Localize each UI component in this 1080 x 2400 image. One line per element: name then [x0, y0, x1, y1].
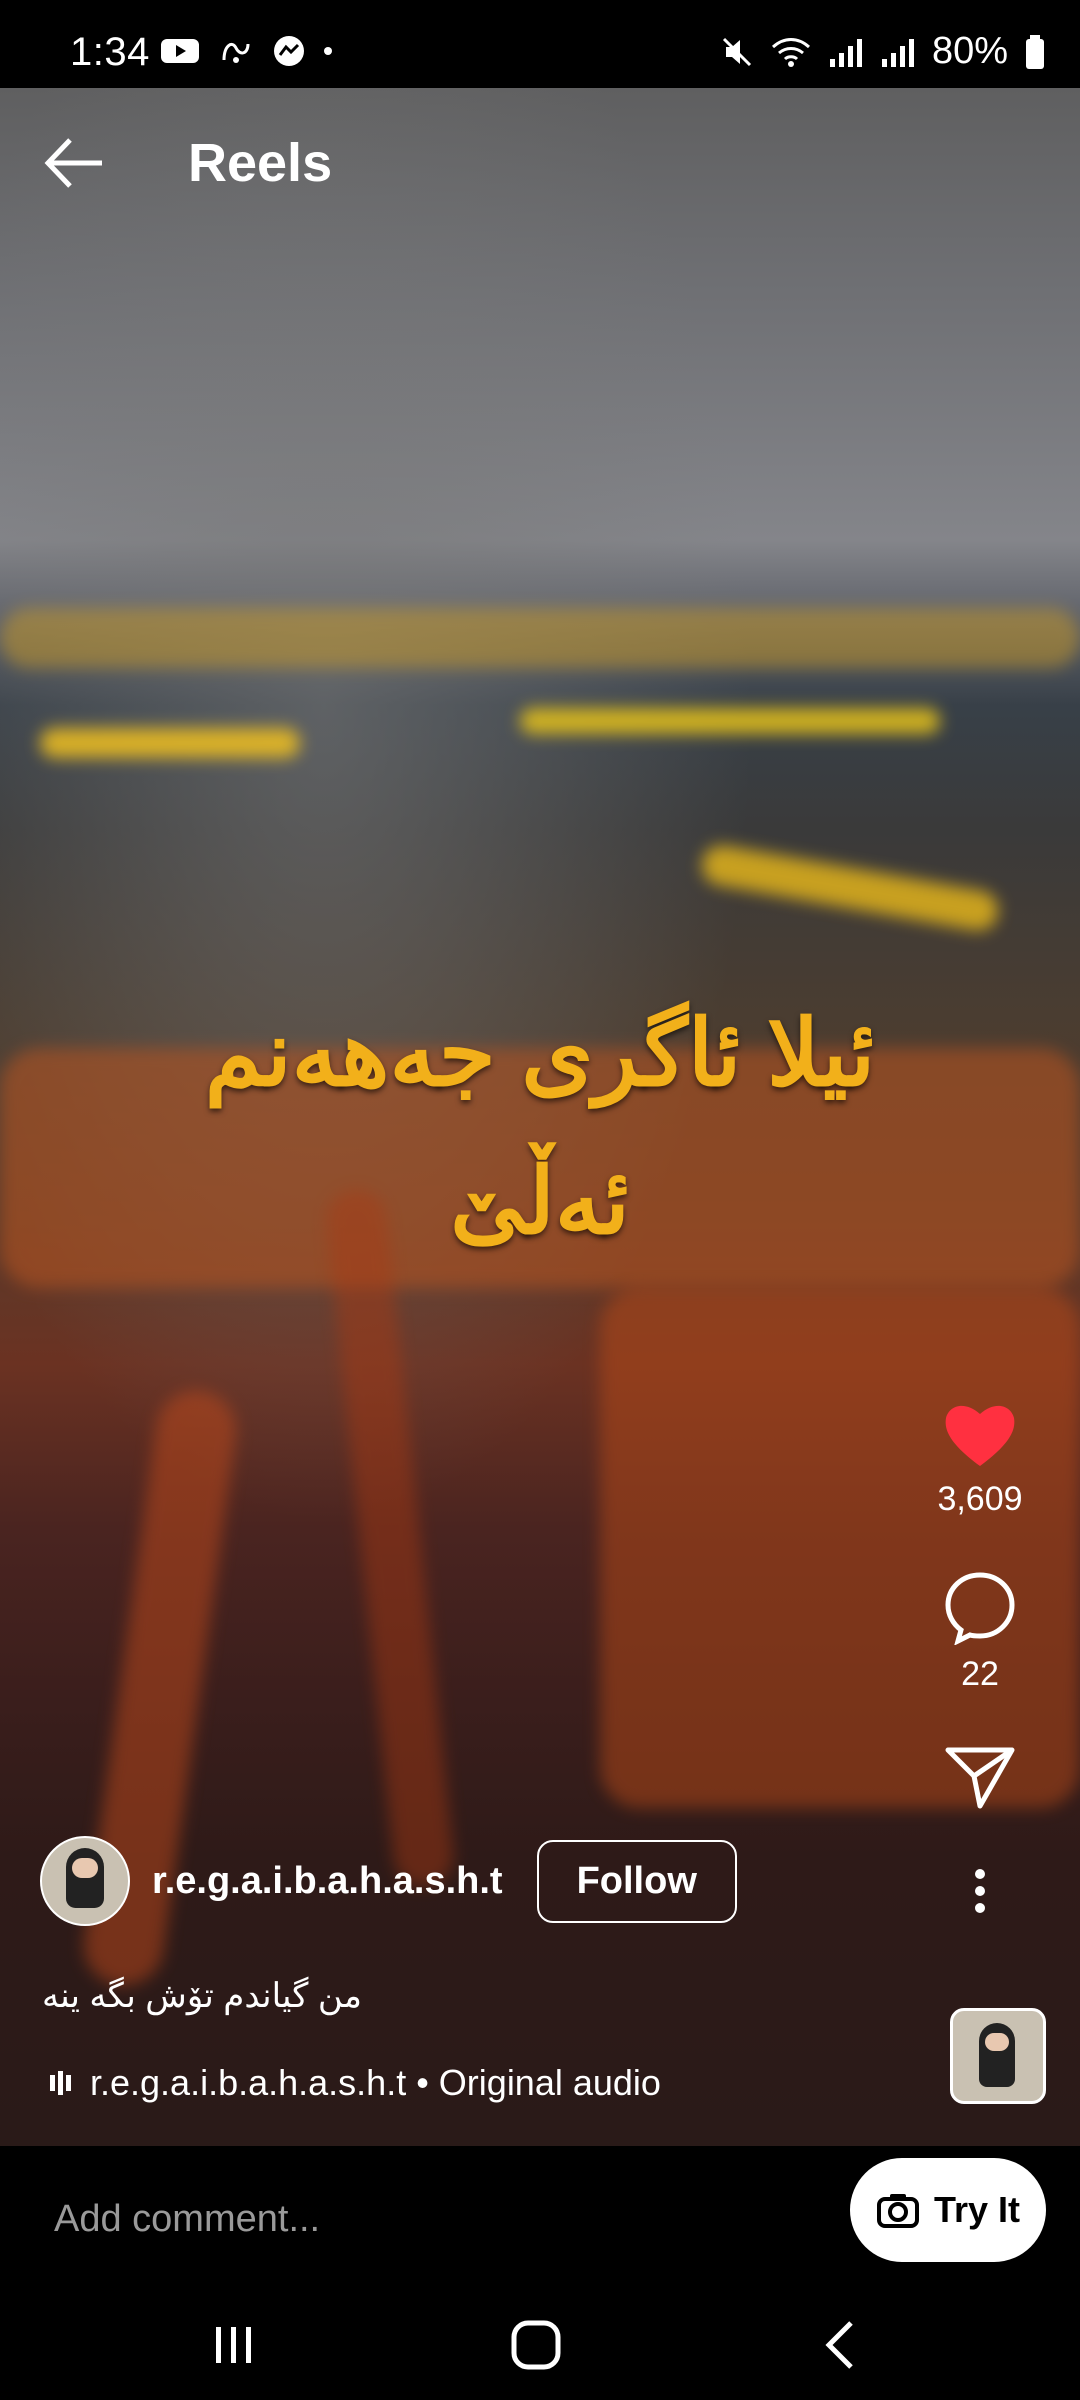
status-notification-icons	[160, 34, 332, 68]
video-overlay-text-2: ئەڵێ	[450, 1151, 630, 1253]
follow-button[interactable]: Follow	[536, 1839, 737, 1923]
lava-decor	[698, 842, 1002, 934]
back-icon	[825, 2321, 853, 2369]
author-username[interactable]: r.e.g.a.i.b.a.h.a.s.h.t	[152, 1860, 503, 1903]
lava-decor	[0, 608, 1080, 668]
back-button[interactable]	[790, 2310, 890, 2380]
dot-icon	[324, 47, 332, 55]
recents-icon	[216, 2327, 251, 2363]
comment-bar: Add comment... Try It	[0, 2146, 1080, 2292]
share-send-icon[interactable]	[944, 1744, 1016, 1810]
back-arrow-icon[interactable]	[40, 128, 110, 198]
audio-bars-icon	[50, 2071, 71, 2095]
avatar[interactable]	[40, 1836, 130, 1926]
system-nav-bar	[0, 2292, 1080, 2400]
lava-decor	[323, 1186, 457, 1890]
recent-apps-button[interactable]	[184, 2310, 284, 2380]
lava-decor	[40, 728, 300, 758]
wifi-icon	[771, 37, 810, 67]
video-overlay-text-1: ئیلا ئاگری جەهەنم	[204, 1003, 876, 1105]
home-button[interactable]	[486, 2310, 586, 2380]
signal-icon	[829, 38, 862, 67]
audio-text: r.e.g.a.i.b.a.h.a.s.h.t • Original audio	[90, 2062, 661, 2103]
home-icon	[511, 2320, 561, 2370]
reel-caption[interactable]: من گیاندم تۆش بگە ینە	[42, 1976, 362, 2016]
camera-icon	[876, 2194, 919, 2228]
status-system-icons: 80%	[720, 30, 1046, 73]
like-heart-icon[interactable]	[942, 1400, 1018, 1470]
page-title: Reels	[188, 133, 333, 193]
battery-percent: 80%	[931, 30, 1008, 72]
mute-icon	[722, 37, 751, 66]
youtube-icon	[161, 39, 199, 63]
battery-icon	[1026, 34, 1044, 69]
comment-count: 22	[961, 1655, 999, 1693]
messenger-icon	[274, 36, 304, 66]
try-it-label: Try It	[933, 2189, 1021, 2230]
signal-icon-2	[881, 38, 914, 67]
app-icon	[222, 43, 250, 63]
author-row: r.e.g.a.i.b.a.h.a.s.h.t Follow	[40, 1836, 737, 1926]
status-bar: 1:34 80%	[0, 0, 1080, 88]
audio-info[interactable]: r.e.g.a.i.b.a.h.a.s.h.t • Original audio	[48, 2062, 661, 2104]
like-count: 3,609	[937, 1480, 1023, 1518]
lava-decor	[520, 708, 940, 734]
comment-icon[interactable]	[942, 1569, 1018, 1645]
audio-thumbnail[interactable]	[950, 2008, 1046, 2104]
add-comment-input[interactable]: Add comment...	[54, 2198, 320, 2241]
status-time: 1:34	[70, 30, 150, 74]
more-options-icon[interactable]	[970, 1866, 990, 1916]
try-it-button[interactable]: Try It	[850, 2158, 1046, 2262]
reel-actions: 3,609 22	[910, 1400, 1050, 1916]
